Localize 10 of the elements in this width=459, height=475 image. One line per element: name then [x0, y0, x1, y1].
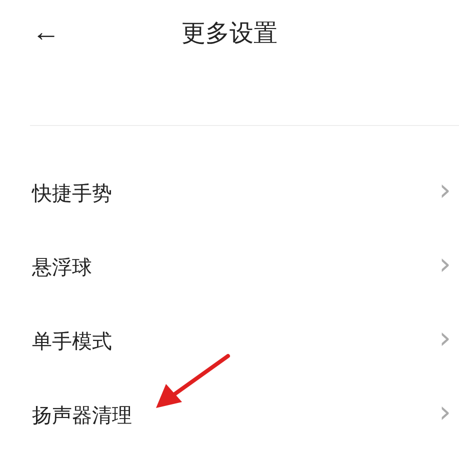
- page-title: 更多设置: [182, 18, 278, 48]
- chevron-icon: ›: [439, 398, 451, 432]
- settings-item[interactable]: 扬声器清理 ›: [0, 378, 459, 452]
- chevron-icon: ›: [439, 324, 451, 358]
- settings-item[interactable]: 快捷手势 ›: [0, 156, 459, 230]
- chevron-icon: ›: [439, 250, 451, 284]
- chevron-icon: ›: [439, 176, 451, 210]
- back-button[interactable]: ←: [28, 14, 64, 50]
- settings-item[interactable]: 单手模式 ›: [0, 304, 459, 378]
- settings-item[interactable]: 悬浮球 ›: [0, 230, 459, 304]
